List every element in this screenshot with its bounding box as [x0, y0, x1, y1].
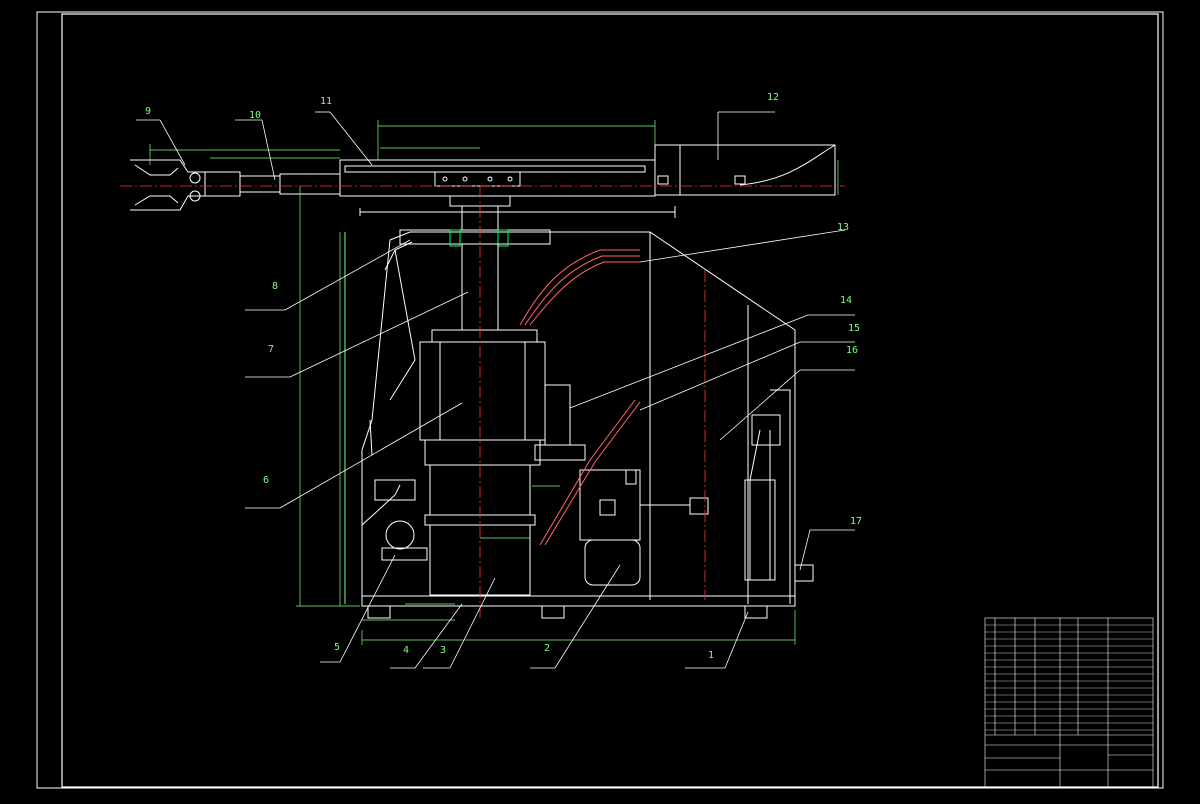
callout-17: 17 [850, 516, 862, 527]
drawing-canvas: 9 10 11 12 13 14 15 16 17 8 7 6 5 4 3 2 1 [0, 0, 1200, 800]
inner-frame [61, 13, 1159, 788]
callout-15: 15 [848, 323, 860, 334]
callout-9: 9 [145, 106, 151, 117]
callout-6: 6 [263, 475, 269, 486]
machine-body [344, 229, 814, 619]
callout-3: 3 [440, 645, 446, 656]
title-block [984, 617, 1154, 789]
callout-14: 14 [840, 295, 852, 306]
title-block-rows [985, 624, 1153, 731]
outer-frame [36, 11, 1164, 789]
callout-11: 11 [320, 96, 332, 107]
callout-10: 10 [249, 110, 261, 121]
callout-7: 7 [268, 344, 274, 355]
callout-4: 4 [403, 645, 409, 656]
callout-labels: 9 10 11 12 13 14 15 16 17 8 7 6 5 4 3 2 1 [145, 92, 862, 661]
callout-2: 2 [544, 643, 550, 654]
callout-16: 16 [846, 345, 858, 356]
callout-5: 5 [334, 642, 340, 653]
callout-1: 1 [708, 650, 714, 661]
cad-drawing: 9 10 11 12 13 14 15 16 17 8 7 6 5 4 3 2 1 [36, 11, 1164, 789]
callout-12: 12 [767, 92, 779, 103]
callout-13: 13 [837, 222, 849, 233]
callout-8: 8 [272, 281, 278, 292]
